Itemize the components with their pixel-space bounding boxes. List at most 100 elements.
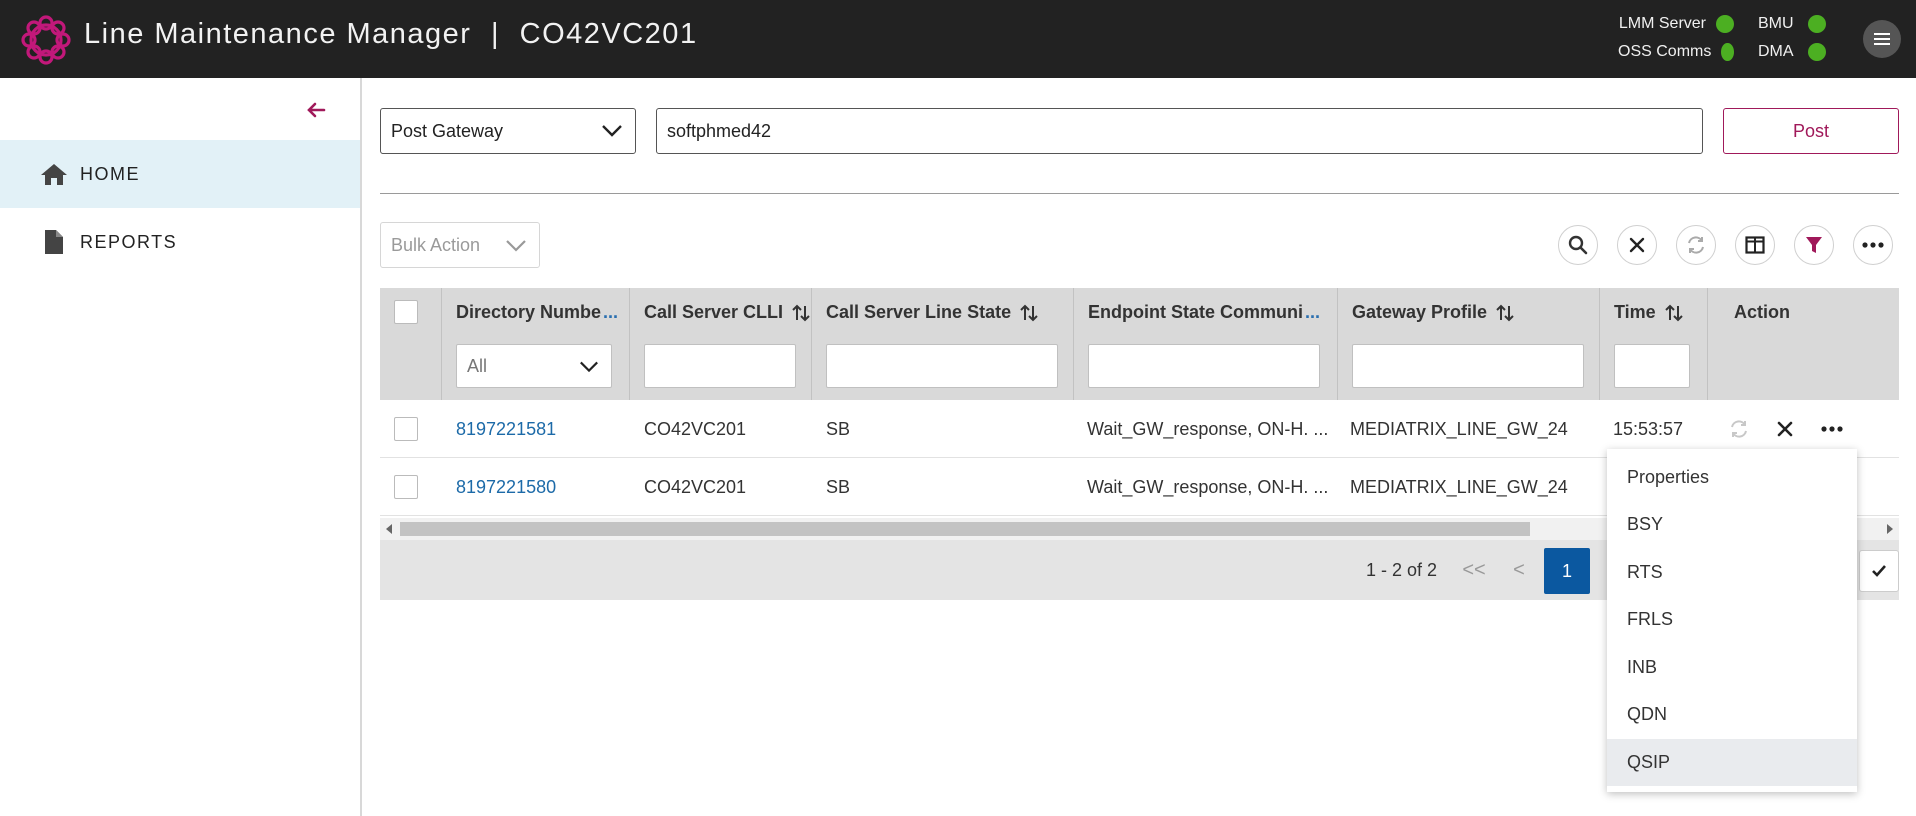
sidebar-item-label: REPORTS	[80, 231, 178, 252]
status-ok-indicator	[1716, 15, 1734, 33]
sidebar-item-reports[interactable]: REPORTS	[0, 208, 360, 276]
menu-item-qdn[interactable]: QDN	[1607, 691, 1857, 738]
line-state-filter-input[interactable]	[826, 344, 1058, 388]
action-menu: Properties BSY RTS FRLS INB QDN QSIP	[1607, 449, 1857, 792]
status-dma: DMA	[1758, 40, 1826, 64]
status-label: DMA	[1758, 43, 1794, 60]
directory-number-link[interactable]: 8197221580	[456, 458, 556, 516]
column-ellipsis: ...	[603, 302, 619, 322]
columns-icon	[1745, 236, 1765, 254]
logo-icon	[21, 15, 71, 65]
sidebar: HOME REPORTS	[0, 78, 362, 816]
line-state-cell: SB	[826, 476, 851, 497]
confirm-button[interactable]	[1859, 550, 1899, 592]
check-icon	[1872, 565, 1886, 577]
prev-page-button[interactable]: <	[1503, 554, 1535, 586]
divider	[380, 193, 1899, 194]
select-all-column	[380, 288, 442, 400]
sidebar-item-label: HOME	[80, 163, 140, 184]
clli-cell: CO42VC201	[644, 476, 747, 497]
main-menu-button[interactable]	[1863, 20, 1901, 58]
menu-item-qsip[interactable]: QSIP	[1607, 739, 1857, 786]
search-button[interactable]	[1558, 225, 1598, 265]
page-number-current[interactable]: 1	[1544, 548, 1590, 594]
app-name: Line Maintenance Manager	[84, 18, 472, 50]
clli-cell: CO42VC201	[644, 418, 747, 439]
site-name: CO42VC201	[519, 18, 698, 50]
gateway-select-value: Post Gateway	[391, 120, 504, 141]
sort-icon[interactable]	[791, 303, 811, 323]
sort-icon[interactable]	[1664, 303, 1684, 323]
document-icon	[40, 228, 68, 256]
menu-item-rts[interactable]: RTS	[1607, 549, 1857, 596]
scrollbar-thumb[interactable]	[400, 522, 1530, 536]
column-label: Call Server Line State	[826, 302, 1039, 323]
status-ok-indicator	[1807, 15, 1826, 33]
column-title: Time	[1614, 302, 1656, 322]
column-label: Gateway Profile	[1352, 302, 1515, 323]
column-label: Action	[1734, 302, 1790, 323]
page-range: 1 - 2 of 2	[1366, 559, 1438, 580]
gateway-select[interactable]: Post Gateway	[380, 108, 636, 154]
column-endpoint-state[interactable]: Endpoint State Communi...	[1074, 288, 1338, 400]
prev-page-label: <	[1513, 558, 1525, 581]
column-label: Directory Numbe...	[456, 302, 618, 323]
more-icon[interactable]	[1821, 426, 1843, 432]
sidebar-item-home[interactable]: HOME	[0, 140, 360, 208]
endpoint-state-cell: Wait_GW_response, ON-H. ...	[1087, 418, 1329, 439]
page-number-label: 1	[1561, 560, 1572, 581]
status-label: BMU	[1758, 15, 1794, 32]
column-label: Call Server CLLI	[644, 302, 811, 323]
menu-item-inb[interactable]: INB	[1607, 644, 1857, 691]
app-header: Line Maintenance Manager | CO42VC201 LMM…	[0, 0, 1916, 78]
gateway-name-input[interactable]: softphmed42	[656, 108, 1703, 154]
gateway-profile-filter-input[interactable]	[1352, 344, 1584, 388]
row-checkbox[interactable]	[394, 475, 418, 499]
column-call-server-clli[interactable]: Call Server CLLI	[630, 288, 812, 400]
status-lmm-server: LMM Server	[1618, 12, 1734, 36]
column-title: Endpoint State Communi	[1088, 302, 1303, 322]
endpoint-state-cell: Wait_GW_response, ON-H. ...	[1087, 476, 1329, 497]
scroll-left-icon[interactable]	[385, 524, 393, 534]
column-time[interactable]: Time	[1600, 288, 1708, 400]
column-title: Directory Numbe	[456, 302, 602, 322]
first-page-button[interactable]: <<	[1458, 554, 1490, 586]
row-checkbox[interactable]	[394, 417, 418, 441]
bulk-action-select[interactable]: Bulk Action	[380, 222, 540, 268]
endpoint-state-filter-input[interactable]	[1088, 344, 1320, 388]
sort-icon[interactable]	[1019, 303, 1039, 323]
column-gateway-profile[interactable]: Gateway Profile	[1338, 288, 1600, 400]
column-title: Call Server CLLI	[644, 302, 784, 322]
filter-button[interactable]	[1794, 225, 1834, 265]
post-button[interactable]: Post	[1723, 108, 1899, 154]
title-separator: |	[491, 18, 501, 50]
column-call-server-line-state[interactable]: Call Server Line State	[812, 288, 1074, 400]
refresh-button[interactable]	[1676, 225, 1716, 265]
menu-item-bsy[interactable]: BSY	[1607, 501, 1857, 548]
home-icon	[40, 160, 68, 188]
sort-icon[interactable]	[1495, 303, 1515, 323]
first-page-label: <<	[1462, 558, 1486, 581]
select-all-checkbox[interactable]	[394, 300, 418, 324]
columns-button[interactable]	[1735, 225, 1775, 265]
column-label: Time	[1614, 302, 1684, 323]
menu-item-frls[interactable]: FRLS	[1607, 596, 1857, 643]
close-icon[interactable]	[1777, 421, 1793, 437]
time-filter-input[interactable]	[1614, 344, 1690, 388]
chevron-down-icon	[580, 361, 598, 373]
column-directory-number[interactable]: Directory Numbe... All	[442, 288, 630, 400]
column-label: Endpoint State Communi...	[1088, 302, 1320, 323]
post-button-label: Post	[1792, 120, 1830, 141]
directory-number-link[interactable]: 8197221581	[456, 400, 556, 458]
collapse-sidebar-arrow-icon[interactable]	[302, 96, 330, 124]
dn-filter-select[interactable]: All	[456, 344, 612, 388]
gateway-profile-cell: MEDIATRIX_LINE_GW_24	[1350, 476, 1568, 497]
more-options-button[interactable]	[1853, 225, 1893, 265]
scroll-right-icon[interactable]	[1886, 524, 1894, 534]
column-action: Action	[1708, 288, 1899, 400]
refresh-icon	[1688, 236, 1704, 254]
clli-filter-input[interactable]	[644, 344, 796, 388]
clear-button[interactable]	[1617, 225, 1657, 265]
menu-item-properties[interactable]: Properties	[1607, 454, 1857, 501]
refresh-icon[interactable]	[1728, 418, 1750, 440]
